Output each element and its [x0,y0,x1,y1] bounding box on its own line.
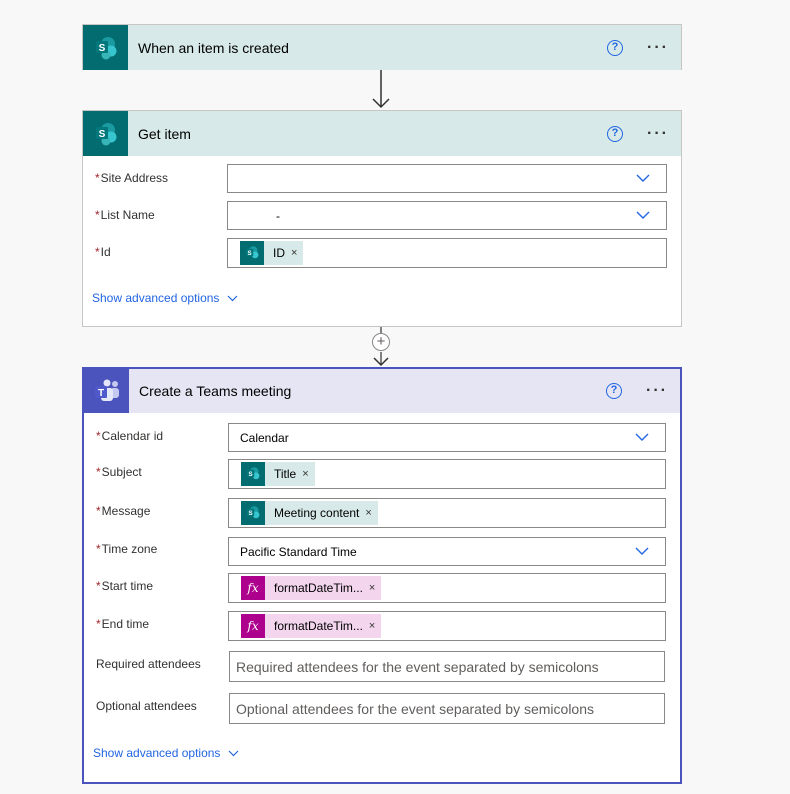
token-label: ID [273,246,285,260]
plus-icon[interactable]: + [372,333,390,351]
chevron-down-icon [229,750,239,756]
expression-token[interactable]: fx formatDateTim... × [241,614,382,638]
remove-token-icon[interactable]: × [291,247,297,259]
time-zone-dropdown[interactable]: Pacific Standard Time [228,537,666,566]
placeholder-text: Optional attendees for the event separat… [236,700,594,717]
chevron-down-icon [228,295,238,301]
start-time-label: *Start time [96,579,154,593]
card-title: Get item [138,125,191,142]
token-label: Meeting content [274,506,360,520]
help-icon[interactable]: ? [607,39,624,56]
sharepoint-icon: S [241,462,265,486]
required-attendees-input[interactable]: Required attendees for the event separat… [229,651,665,682]
show-advanced-options-link[interactable]: Show advanced options [92,291,238,305]
id-input[interactable]: S ID × [227,238,667,268]
sharepoint-icon: S [83,25,128,70]
list-name-dropdown[interactable]: - [227,201,667,230]
message-label: *Message [96,504,151,518]
required-attendees-label: Required attendees [96,657,201,671]
calendar-id-label: *Calendar id [96,429,164,443]
chevron-down-icon[interactable] [636,211,650,219]
svg-text:S: S [247,250,251,257]
card-title: Create a Teams meeting [139,383,292,399]
message-input[interactable]: S Meeting content × [228,498,666,528]
help-icon[interactable]: ? [607,125,624,142]
svg-text:T: T [97,388,103,399]
help-icon[interactable]: ? [606,383,623,399]
site-address-label: *Site Address [95,171,169,185]
subject-input[interactable]: S Title × [228,459,666,489]
show-advanced-options-link[interactable]: Show advanced options [93,746,239,760]
optional-attendees-input[interactable]: Optional attendees for the event separat… [229,693,665,724]
dynamic-content-token[interactable]: S ID × [240,241,304,265]
dynamic-content-token[interactable]: S Meeting content × [241,501,378,525]
connector-arrow [372,70,390,109]
function-icon: fx [241,576,265,600]
optional-attendees-label: Optional attendees [96,699,197,713]
get-item-header[interactable]: S Get item ? ··· [83,111,681,156]
chevron-down-icon[interactable] [636,174,650,182]
more-options-icon[interactable]: ··· [647,39,669,55]
get-item-card[interactable]: S Get item ? ··· *Site Address *List Nam… [82,110,682,327]
teams-icon: T [84,369,129,413]
token-label: Title [274,467,297,481]
svg-text:S: S [248,471,252,478]
remove-token-icon[interactable]: × [369,582,375,594]
subject-label: *Subject [96,465,142,479]
function-icon: fx [241,614,265,638]
sharepoint-icon: S [83,111,128,156]
list-name-label: *List Name [95,208,155,222]
more-options-icon[interactable]: ··· [647,125,669,141]
remove-token-icon[interactable]: × [365,507,371,519]
chevron-down-icon[interactable] [635,433,649,441]
sharepoint-icon: S [241,501,265,525]
remove-token-icon[interactable]: × [369,620,375,632]
placeholder-text: Required attendees for the event separat… [236,658,599,675]
teams-meeting-header[interactable]: T Create a Teams meeting ? ··· [84,369,680,413]
end-time-input[interactable]: fx formatDateTim... × [228,611,666,641]
remove-token-icon[interactable]: × [302,468,308,480]
token-label: formatDateTim... [274,619,363,633]
end-time-label: *End time [96,617,150,631]
teams-meeting-card[interactable]: T Create a Teams meeting ? ··· *Calendar… [82,367,682,784]
trigger-card[interactable]: S When an item is created ? ··· [82,24,682,70]
expression-token[interactable]: fx formatDateTim... × [241,576,382,600]
svg-text:S: S [98,129,105,140]
site-address-dropdown[interactable] [227,164,667,193]
trigger-header[interactable]: S When an item is created ? ··· [83,25,681,70]
time-zone-label: *Time zone [96,542,158,556]
card-title: When an item is created [138,39,289,56]
start-time-input[interactable]: fx formatDateTim... × [228,573,666,603]
calendar-id-dropdown[interactable]: Calendar [228,423,666,452]
more-options-icon[interactable]: ··· [646,383,668,399]
svg-text:S: S [98,43,105,54]
sharepoint-icon: S [240,241,264,265]
dynamic-content-token[interactable]: S Title × [241,462,315,486]
id-label: *Id [95,245,111,259]
token-label: formatDateTim... [274,581,363,595]
chevron-down-icon[interactable] [635,547,649,555]
svg-text:S: S [248,510,252,517]
